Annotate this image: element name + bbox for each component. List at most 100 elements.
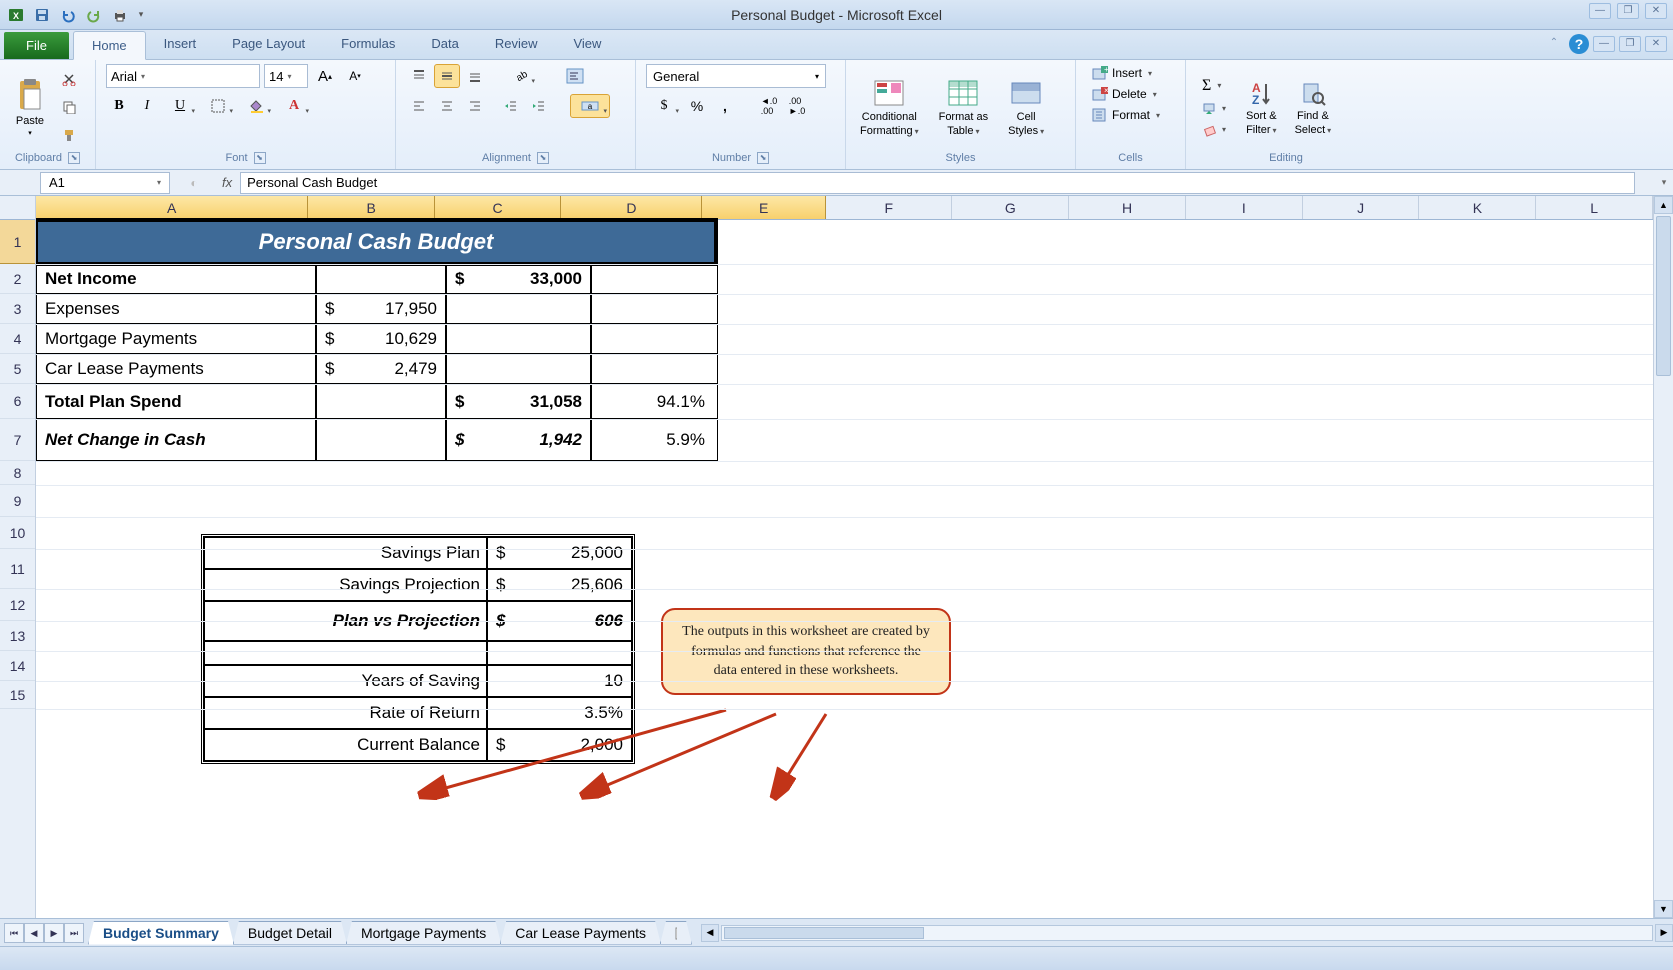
decrease-indent-button[interactable] (498, 94, 524, 118)
new-sheet-button[interactable] (660, 921, 692, 945)
bold-button[interactable]: B (106, 94, 132, 118)
wrap-text-button[interactable] (562, 64, 588, 88)
minimize-button[interactable]: — (1589, 3, 1611, 19)
row-header-1[interactable]: 1 (0, 220, 35, 264)
tab-view[interactable]: View (555, 30, 619, 59)
underline-button[interactable]: U (162, 94, 198, 118)
tab-insert[interactable]: Insert (146, 30, 215, 59)
scroll-thumb[interactable] (1656, 216, 1671, 376)
row-header-7[interactable]: 7 (0, 419, 35, 461)
qat-customize-icon[interactable]: ▾ (134, 4, 148, 26)
file-tab[interactable]: File (4, 32, 69, 59)
decrease-font-button[interactable]: A▾ (342, 64, 368, 88)
row-header-6[interactable]: 6 (0, 384, 35, 419)
row-header-14[interactable]: 14 (0, 651, 35, 681)
format-cells-button[interactable]: Format (1086, 106, 1166, 124)
undo-icon[interactable] (56, 4, 80, 26)
vertical-scrollbar[interactable]: ▲ ▼ (1653, 196, 1673, 918)
ribbon-minimize-icon[interactable]: ⌃ (1543, 36, 1565, 52)
percent-format-button[interactable]: % (684, 94, 710, 118)
redo-icon[interactable] (82, 4, 106, 26)
row-header-11[interactable]: 11 (0, 549, 35, 589)
sheet-tab-budget-detail[interactable]: Budget Detail (233, 921, 347, 945)
font-color-button[interactable]: A (276, 94, 312, 118)
sheet-tab-mortgage-payments[interactable]: Mortgage Payments (346, 921, 501, 945)
italic-button[interactable]: I (134, 94, 160, 118)
row-header-9[interactable]: 9 (0, 485, 35, 517)
column-header-K[interactable]: K (1419, 196, 1536, 219)
paste-button[interactable]: Paste ▾ (10, 75, 50, 139)
print-icon[interactable] (108, 4, 132, 26)
sort-filter-button[interactable]: AZ Sort & Filter (1242, 76, 1281, 138)
decrease-decimal-button[interactable]: .00►.0 (784, 94, 810, 118)
row-header-5[interactable]: 5 (0, 354, 35, 384)
row-header-12[interactable]: 12 (0, 589, 35, 621)
fill-color-button[interactable] (238, 94, 274, 118)
expand-formula-bar[interactable]: ▾ (1655, 177, 1673, 188)
row-header-4[interactable]: 4 (0, 324, 35, 354)
align-bottom-button[interactable] (462, 64, 488, 88)
tab-data[interactable]: Data (413, 30, 476, 59)
tab-nav-next[interactable]: ▶ (44, 923, 64, 943)
number-format-select[interactable]: General▾ (646, 64, 826, 88)
comma-format-button[interactable]: , (712, 94, 738, 118)
increase-decimal-button[interactable]: ◄.0.00 (756, 94, 782, 118)
tab-formulas[interactable]: Formulas (323, 30, 413, 59)
cell-styles-button[interactable]: Cell Styles (1004, 75, 1048, 139)
row-header-2[interactable]: 2 (0, 264, 35, 294)
help-icon[interactable]: ? (1569, 34, 1589, 54)
align-left-button[interactable] (406, 94, 432, 118)
tab-nav-first[interactable]: ⏮ (4, 923, 24, 943)
row-header-3[interactable]: 3 (0, 294, 35, 324)
delete-cells-button[interactable]: ×Delete (1086, 85, 1163, 103)
font-name-select[interactable]: Arial▾ (106, 64, 260, 88)
column-header-D[interactable]: D (561, 196, 702, 219)
scroll-up-button[interactable]: ▲ (1654, 196, 1673, 214)
autosum-button[interactable]: Σ (1196, 75, 1232, 97)
format-as-table-button[interactable]: Format as Table (935, 75, 993, 139)
column-header-I[interactable]: I (1186, 196, 1303, 219)
row-header-8[interactable]: 8 (0, 461, 35, 485)
column-header-L[interactable]: L (1536, 196, 1653, 219)
column-header-F[interactable]: F (826, 196, 952, 219)
font-dialog-launcher[interactable]: ⬊ (254, 152, 266, 164)
workbook-minimize-button[interactable]: — (1593, 36, 1615, 52)
column-header-C[interactable]: C (435, 196, 561, 219)
row-header-15[interactable]: 15 (0, 681, 35, 709)
format-painter-button[interactable] (56, 123, 82, 147)
tab-nav-last[interactable]: ⏭ (64, 923, 84, 943)
name-box[interactable]: A1▾ (40, 172, 170, 194)
cut-button[interactable] (56, 67, 82, 91)
fx-button[interactable]: fx (214, 175, 240, 190)
excel-icon[interactable]: X (4, 4, 28, 26)
copy-button[interactable] (56, 95, 82, 119)
row-header-13[interactable]: 13 (0, 621, 35, 651)
maximize-button[interactable]: ❐ (1617, 3, 1639, 19)
workbook-maximize-button[interactable]: ❐ (1619, 36, 1641, 52)
tab-review[interactable]: Review (477, 30, 556, 59)
hscroll-track[interactable] (721, 925, 1653, 941)
clipboard-dialog-launcher[interactable]: ⬊ (68, 152, 80, 164)
number-dialog-launcher[interactable]: ⬊ (757, 152, 769, 164)
formula-input[interactable]: Personal Cash Budget (240, 172, 1635, 194)
accounting-format-button[interactable]: $ (646, 94, 682, 118)
column-header-G[interactable]: G (952, 196, 1069, 219)
sheet-tab-car-lease-payments[interactable]: Car Lease Payments (500, 921, 661, 945)
conditional-formatting-button[interactable]: Conditional Formatting (856, 75, 923, 139)
clear-button[interactable] (1196, 121, 1232, 139)
column-header-A[interactable]: A (36, 196, 308, 219)
borders-button[interactable] (200, 94, 236, 118)
orientation-button[interactable]: ab (502, 64, 538, 88)
find-select-button[interactable]: Find & Select (1291, 76, 1336, 138)
scroll-down-button[interactable]: ▼ (1654, 900, 1673, 918)
align-right-button[interactable] (462, 94, 488, 118)
merge-center-button[interactable]: a (570, 94, 610, 118)
tab-nav-prev[interactable]: ◀ (24, 923, 44, 943)
column-header-B[interactable]: B (308, 196, 434, 219)
sheet-tab-budget-summary[interactable]: Budget Summary (88, 921, 234, 945)
column-header-H[interactable]: H (1069, 196, 1186, 219)
increase-font-button[interactable]: A▴ (312, 64, 338, 88)
close-button[interactable]: ✕ (1645, 3, 1667, 19)
column-header-E[interactable]: E (702, 196, 826, 219)
workbook-close-button[interactable]: ✕ (1645, 36, 1667, 52)
